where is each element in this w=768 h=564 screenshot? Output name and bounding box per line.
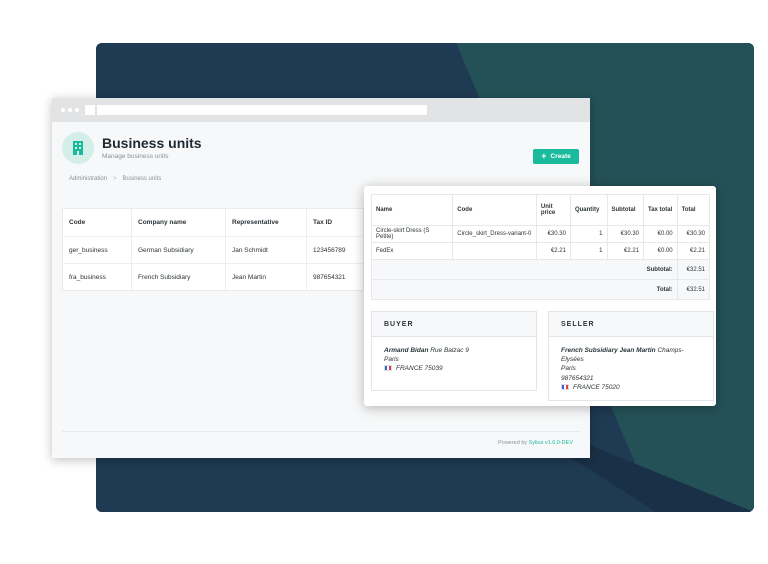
item-quantity: 1 <box>569 242 608 260</box>
item-total: €2.21 <box>676 242 711 260</box>
unit-price-line-2: price <box>540 210 556 216</box>
item-unit-price: €2.21 <box>535 242 571 260</box>
order-total-value: €32.51 <box>676 279 711 300</box>
column-header-company-name[interactable]: Company name <box>132 209 226 236</box>
order-subtotal-value: €32.51 <box>676 259 711 280</box>
column-header-name: Name <box>370 194 454 226</box>
buyer-name: Armand Bidan <box>384 347 429 354</box>
item-tax-total: €0.00 <box>643 225 678 243</box>
table-row[interactable]: ger_business German Subsidiary Jan Schmi… <box>63 237 363 264</box>
cell-representative: Jan Schmidt <box>226 237 307 263</box>
create-button-label: Create <box>550 153 571 160</box>
plus-icon: + <box>541 151 547 161</box>
column-header-representative[interactable]: Representative <box>226 209 307 236</box>
seller-city: Paris <box>561 365 576 373</box>
page-subtitle: Manage business units <box>102 153 169 160</box>
seller-country: FRANCE 75020 <box>573 383 620 391</box>
column-header-tax-id[interactable]: Tax ID <box>307 209 363 236</box>
table-row[interactable]: fra_business French Subsidiary Jean Mart… <box>63 264 363 290</box>
window-dot-icon <box>61 108 65 112</box>
seller-name: Jean Martin <box>619 347 656 354</box>
page-title: Business units <box>102 135 202 151</box>
order-item-row: FedEx €2.21 1 €2.21 €0.00 €2.21 <box>370 242 711 260</box>
item-name: Circle-skirt Dress (S Petite) <box>370 225 454 243</box>
cell-tax-id: 123456789 <box>313 246 346 254</box>
order-subtotal-row: Subtotal: €32.51 <box>371 259 711 280</box>
buyer-country: FRANCE 75039 <box>396 365 443 373</box>
buyer-street: Rue Balzac 9 <box>430 347 469 354</box>
item-code: Circle_skirt_Dress-variant-0 <box>452 225 537 243</box>
column-header-subtotal: Subtotal <box>606 194 644 226</box>
item-name: FedEx <box>370 242 454 260</box>
window-dot-icon <box>75 108 79 112</box>
cell-representative: Jean Martin <box>226 264 307 290</box>
item-quantity: 1 <box>569 225 608 243</box>
order-item-row: Circle-skirt Dress (S Petite) Circle_ski… <box>370 225 711 243</box>
seller-tax-id: 987654321 <box>561 374 594 382</box>
column-header-total: Total <box>676 194 711 226</box>
buyer-panel: BUYER Armand Bidan Rue Balzac 9 Paris FR… <box>371 311 537 391</box>
building-icon <box>62 132 94 164</box>
item-subtotal: €30.30 <box>606 225 644 243</box>
item-total: €30.30 <box>676 225 711 243</box>
france-flag-icon <box>561 383 569 390</box>
item-unit-price: €30.30 <box>535 225 571 243</box>
cell-company-name: French Subsidiary <box>132 264 226 290</box>
column-header-quantity: Quantity <box>569 194 608 226</box>
order-subtotal-label: Subtotal: <box>371 259 678 280</box>
order-total-label: Total: <box>371 279 678 300</box>
order-header-row: Name Code Unit price Quantity Subtotal Ta… <box>370 194 711 226</box>
powered-by-text: Powered by <box>498 440 528 446</box>
create-button[interactable]: + Create <box>533 149 579 164</box>
column-header-tax-total: Tax total <box>643 194 678 226</box>
buyer-heading: BUYER <box>372 312 536 337</box>
column-header-code: Code <box>452 194 537 226</box>
seller-heading: SELLER <box>549 312 713 337</box>
browser-titlebar <box>52 98 590 122</box>
cell-code: fra_business <box>63 264 132 290</box>
table-header-row: Code Company name Representative Tax ID <box>63 209 363 237</box>
powered-by: Powered by Sylius v1.6.0-DEV <box>498 440 573 446</box>
column-header-code[interactable]: Code <box>63 209 132 236</box>
footer-divider <box>62 431 580 432</box>
cell-company-name: German Subsidiary <box>132 237 226 263</box>
tab-placeholder[interactable] <box>85 105 95 115</box>
seller-address: French Subsidiary Jean Martin Champs-Ely… <box>549 337 713 401</box>
order-total-row: Total: €32.51 <box>371 279 711 300</box>
buyer-address: Armand Bidan Rue Balzac 9 Paris FRANCE 7… <box>372 337 536 383</box>
breadcrumb-current: Business units <box>122 176 162 182</box>
france-flag-icon <box>384 365 392 372</box>
breadcrumb: Administration > Business units <box>69 176 161 182</box>
address-bar[interactable] <box>97 105 427 115</box>
breadcrumb-root[interactable]: Administration <box>69 176 107 182</box>
item-tax-total: €0.00 <box>643 242 678 260</box>
cell-code: ger_business <box>63 237 132 263</box>
buyer-city: Paris <box>384 356 399 364</box>
window-dot-icon <box>68 108 72 112</box>
business-units-table: Code Company name Representative Tax ID … <box>62 208 364 291</box>
breadcrumb-separator: > <box>113 176 117 182</box>
sylius-version-link[interactable]: Sylius v1.6.0-DEV <box>529 440 573 446</box>
cell-tax-id: 987654321 <box>313 273 346 281</box>
column-header-unit-price: Unit price <box>535 194 571 226</box>
seller-company: French Subsidiary <box>561 347 618 354</box>
order-items-table: Name Code Unit price Quantity Subtotal Ta… <box>370 194 711 300</box>
order-summary-card: Name Code Unit price Quantity Subtotal Ta… <box>364 186 716 406</box>
item-subtotal: €2.21 <box>606 242 644 260</box>
seller-panel: SELLER French Subsidiary Jean Martin Cha… <box>548 311 714 401</box>
item-code <box>452 242 537 260</box>
